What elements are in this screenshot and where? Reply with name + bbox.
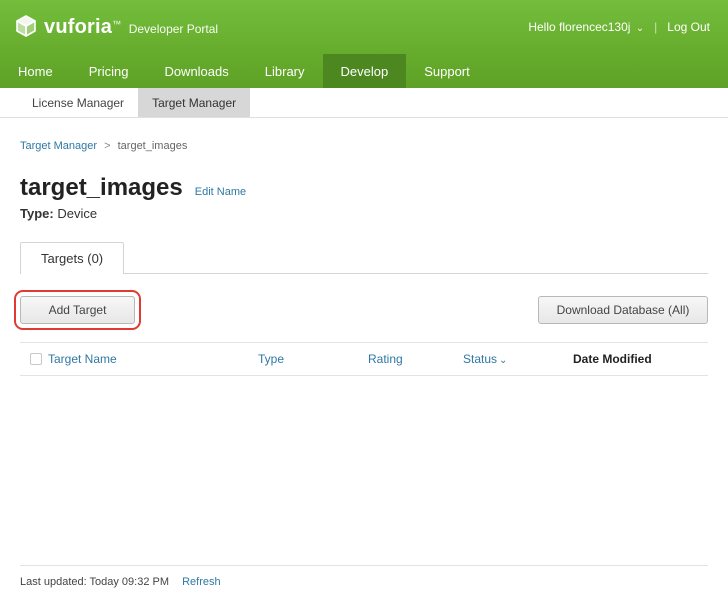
actions-row: Add Target Download Database (All) — [20, 296, 708, 324]
nav-library[interactable]: Library — [247, 54, 323, 88]
col-target-name[interactable]: Target Name — [48, 352, 258, 366]
brand-name: vuforia — [44, 16, 112, 38]
footer: Last updated: Today 09:32 PM Refresh — [20, 565, 708, 588]
col-status[interactable]: Status⌄ — [463, 352, 573, 366]
content: Target Manager > target_images target_im… — [0, 118, 728, 376]
subnav-target-manager[interactable]: Target Manager — [138, 88, 250, 117]
nav-downloads[interactable]: Downloads — [146, 54, 246, 88]
add-target-button[interactable]: Add Target — [20, 296, 135, 324]
main-nav: Home Pricing Downloads Library Develop S… — [0, 54, 728, 88]
tab-strip: Targets (0) — [20, 241, 708, 274]
breadcrumb: Target Manager > target_images — [20, 140, 708, 152]
nav-home[interactable]: Home — [0, 54, 71, 88]
subnav-license-manager[interactable]: License Manager — [18, 88, 138, 117]
logout-link[interactable]: Log Out — [667, 20, 710, 34]
last-updated: Last updated: Today 09:32 PM — [20, 576, 169, 588]
type-value: Device — [57, 206, 97, 221]
logo-cube-icon — [14, 14, 38, 41]
sub-nav: License Manager Target Manager — [0, 88, 728, 118]
breadcrumb-current: target_images — [118, 140, 188, 152]
brand-subtitle: Developer Portal — [129, 22, 218, 36]
greeting-prefix: Hello — [528, 20, 555, 34]
nav-support[interactable]: Support — [406, 54, 488, 88]
tab-targets[interactable]: Targets (0) — [20, 242, 124, 274]
refresh-link[interactable]: Refresh — [182, 576, 221, 588]
col-date-modified[interactable]: Date Modified — [573, 352, 704, 366]
col-type[interactable]: Type — [258, 352, 368, 366]
nav-develop[interactable]: Develop — [323, 54, 407, 88]
page-title: target_images — [20, 174, 183, 202]
user-menu[interactable]: Hello florencec130j ⌄ — [528, 20, 644, 34]
separator: | — [654, 20, 657, 34]
select-all-checkbox[interactable] — [24, 353, 48, 365]
brand-tm: ™ — [112, 19, 121, 29]
col-status-label: Status — [463, 352, 497, 366]
table-header: Target Name Type Rating Status⌄ Date Mod… — [20, 342, 708, 376]
download-database-button[interactable]: Download Database (All) — [538, 296, 708, 324]
breadcrumb-root[interactable]: Target Manager — [20, 140, 97, 152]
brand-block[interactable]: vuforia™ Developer Portal — [14, 14, 218, 41]
edit-name-link[interactable]: Edit Name — [195, 186, 246, 198]
type-label: Type: — [20, 206, 54, 221]
type-line: Type: Device — [20, 206, 708, 221]
topbar: vuforia™ Developer Portal Hello florence… — [0, 0, 728, 54]
breadcrumb-sep: > — [104, 140, 110, 152]
nav-pricing[interactable]: Pricing — [71, 54, 147, 88]
chevron-down-icon: ⌄ — [636, 23, 644, 34]
col-rating[interactable]: Rating — [368, 352, 463, 366]
chevron-down-icon: ⌄ — [499, 355, 507, 366]
username: florencec130j — [559, 20, 630, 34]
top-right: Hello florencec130j ⌄ | Log Out — [528, 20, 710, 34]
